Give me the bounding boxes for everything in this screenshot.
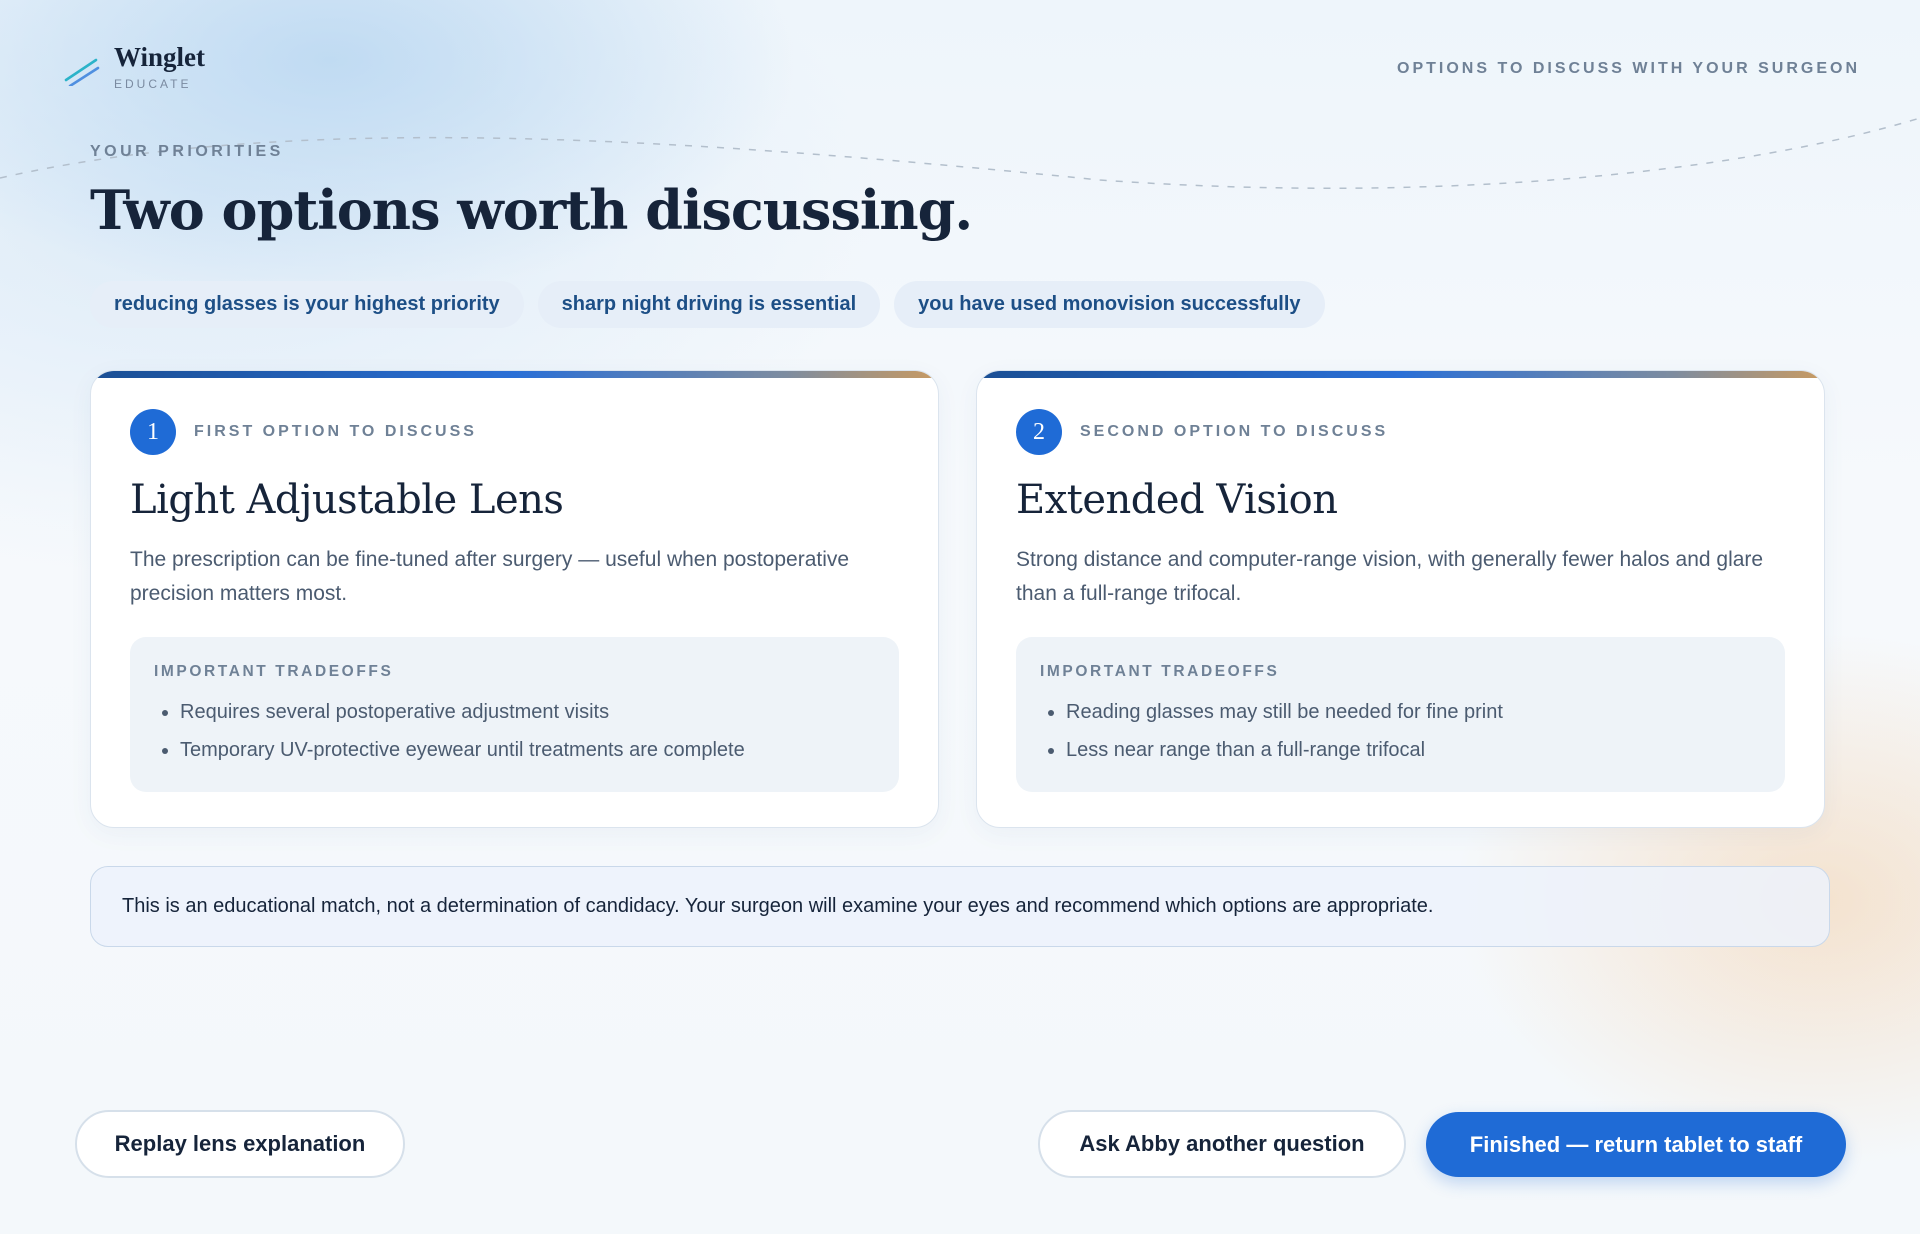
card-accent-bar [91, 371, 938, 378]
option-description: The prescription can be fine-tuned after… [130, 548, 850, 605]
tradeoff-item: Less near range than a full-range trifoc… [1040, 731, 1761, 769]
tradeoff-item: Temporary UV-protective eyewear until tr… [154, 731, 875, 769]
tradeoff-item: Requires several postoperative adjustmen… [154, 693, 875, 731]
option-card-light-adjustable-lens: 1 FIRST OPTION TO DISCUSS Light Adjustab… [90, 370, 939, 828]
educational-disclaimer: This is an educational match, not a dete… [90, 866, 1830, 947]
priority-chip: you have used monovision successfully [894, 281, 1325, 328]
tradeoffs-list: Requires several postoperative adjustmen… [154, 693, 875, 769]
header-context-label: OPTIONS TO DISCUSS WITH YOUR SURGEON [1397, 60, 1860, 77]
brand-name: Winglet [114, 42, 206, 72]
option-number-badge: 2 [1016, 409, 1062, 455]
tradeoffs-panel: IMPORTANT TRADEOFFS Reading glasses may … [1016, 637, 1785, 792]
priority-chip: sharp night driving is essential [537, 281, 881, 328]
ask-abby-button[interactable]: Ask Abby another question [1038, 1110, 1406, 1178]
finish-return-tablet-button[interactable]: Finished — return tablet to staff [1426, 1112, 1846, 1177]
priority-chip: reducing glasses is your highest priorit… [90, 281, 524, 328]
card-accent-bar [977, 371, 1824, 378]
option-eyebrow: FIRST OPTION TO DISCUSS [194, 423, 477, 440]
page-title: Two options worth discussing. [90, 178, 973, 242]
option-card-extended-vision: 2 SECOND OPTION TO DISCUSS Extended Visi… [976, 370, 1825, 828]
winglet-logo-icon [64, 58, 100, 86]
brand-subtitle: EDUCATE [114, 77, 192, 91]
option-eyebrow: SECOND OPTION TO DISCUSS [1080, 423, 1389, 440]
brand: Winglet EDUCATE [64, 44, 205, 91]
replay-lens-explanation-button[interactable]: Replay lens explanation [75, 1110, 405, 1178]
option-number-badge: 1 [130, 409, 176, 455]
option-cards: 1 FIRST OPTION TO DISCUSS Light Adjustab… [90, 370, 1830, 828]
priority-chips: reducing glasses is your highest priorit… [90, 281, 1325, 328]
option-description: Strong distance and computer-range visio… [1016, 548, 1764, 605]
tradeoffs-list: Reading glasses may still be needed for … [1040, 693, 1761, 769]
priorities-eyebrow: YOUR PRIORITIES [90, 143, 284, 160]
tradeoffs-title: IMPORTANT TRADEOFFS [154, 663, 394, 680]
disclaimer-text: This is an educational match, not a dete… [122, 895, 1434, 917]
tradeoffs-panel: IMPORTANT TRADEOFFS Requires several pos… [130, 637, 899, 792]
option-title: Light Adjustable Lens [130, 477, 564, 523]
option-title: Extended Vision [1016, 477, 1338, 523]
tradeoffs-title: IMPORTANT TRADEOFFS [1040, 663, 1280, 680]
tradeoff-item: Reading glasses may still be needed for … [1040, 693, 1761, 731]
